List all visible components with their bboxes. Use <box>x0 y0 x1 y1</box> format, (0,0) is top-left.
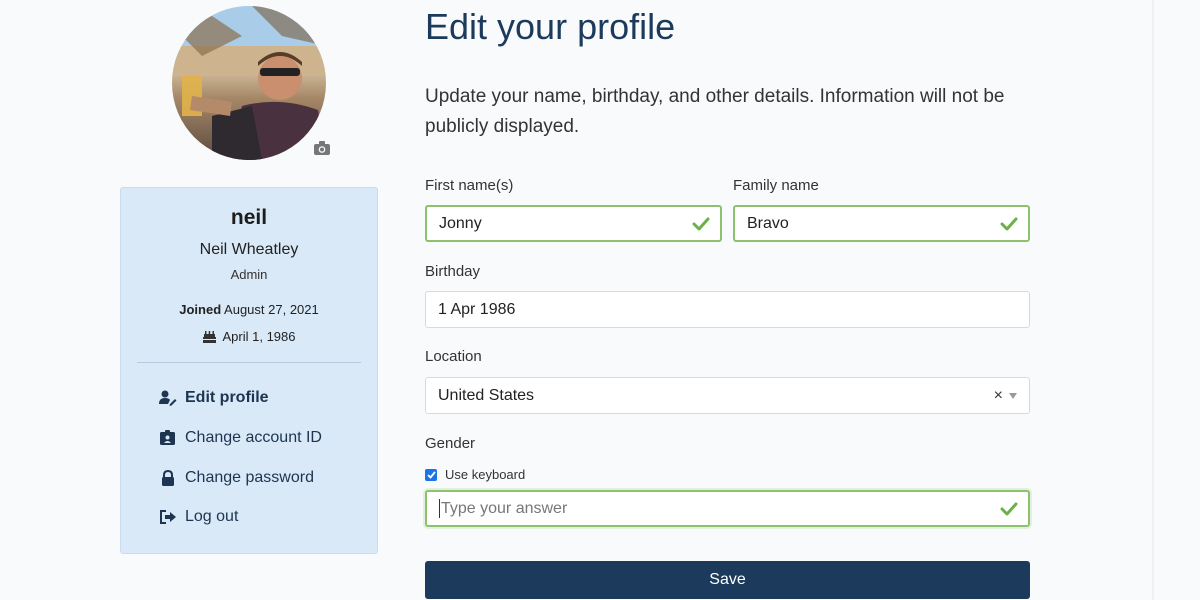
text-cursor <box>439 499 440 518</box>
use-keyboard-label: Use keyboard <box>445 467 526 482</box>
family-name-field[interactable]: Bravo <box>733 205 1030 242</box>
sidebar-item-change-password[interactable]: Change password <box>159 469 314 487</box>
birthday-value: April 1, 1986 <box>222 329 296 344</box>
camera-icon[interactable] <box>314 141 330 155</box>
sidebar-item-change-account-id[interactable]: Change account ID <box>159 429 322 447</box>
intro-text: Update your name, birthday, and other de… <box>425 86 1005 137</box>
card-divider <box>137 362 361 363</box>
joined-date: Joined August 27, 2021 <box>121 302 377 317</box>
sidebar-item-label: Log out <box>185 508 239 525</box>
sidebar-item-label: Change account ID <box>185 429 322 446</box>
location-label: Location <box>425 348 482 365</box>
lock-icon <box>162 470 174 486</box>
full-name: Neil Wheatley <box>199 241 299 258</box>
role-label: Admin <box>230 267 268 282</box>
id-card-icon <box>160 430 175 445</box>
use-keyboard-option[interactable]: Use keyboard <box>425 467 525 482</box>
save-button[interactable]: Save <box>425 561 1030 599</box>
family-name-value: Bravo <box>747 214 789 232</box>
check-icon <box>692 217 710 230</box>
birthday-info: April 1, 1986 <box>121 329 377 344</box>
user-edit-icon <box>159 390 177 406</box>
avatar[interactable] <box>172 6 326 160</box>
birthday-field[interactable]: 1 Apr 1986 <box>425 291 1030 328</box>
sidebar-item-label: Change password <box>185 469 314 486</box>
first-name-label: First name(s) <box>425 177 514 194</box>
profile-card: neil Neil Wheatley Admin Joined August 2… <box>120 187 378 554</box>
sidebar-item-edit-profile[interactable]: Edit profile <box>159 389 269 407</box>
use-keyboard-checkbox[interactable] <box>425 468 437 481</box>
chevron-down-icon[interactable] <box>1009 392 1017 399</box>
first-name-field[interactable]: Jonny <box>425 205 722 242</box>
sidebar-item-log-out[interactable]: Log out <box>159 508 238 526</box>
checkmark-icon <box>426 470 436 479</box>
gender-input[interactable]: Type your answer <box>425 490 1030 527</box>
clear-selection-icon[interactable]: × <box>994 387 1003 404</box>
check-icon <box>1000 217 1018 230</box>
gender-placeholder: Type your answer <box>441 499 568 517</box>
sidebar-item-label: Edit profile <box>185 389 269 406</box>
birthday-field-value: 1 Apr 1986 <box>438 300 516 318</box>
sign-out-icon <box>160 510 176 524</box>
birthday-cake-icon <box>202 331 216 343</box>
page-title: Edit your profile <box>425 6 676 47</box>
check-icon <box>1000 502 1018 515</box>
username: neil <box>230 206 268 229</box>
location-value: United States <box>438 386 535 404</box>
joined-value: August 27, 2021 <box>224 302 319 317</box>
first-name-value: Jonny <box>439 214 482 232</box>
joined-label: Joined <box>179 302 222 317</box>
page-edge <box>1152 0 1154 600</box>
gender-label: Gender <box>425 435 476 452</box>
birthday-label: Birthday <box>425 263 481 280</box>
location-select[interactable]: United States × <box>425 377 1030 414</box>
family-name-label: Family name <box>733 177 819 194</box>
